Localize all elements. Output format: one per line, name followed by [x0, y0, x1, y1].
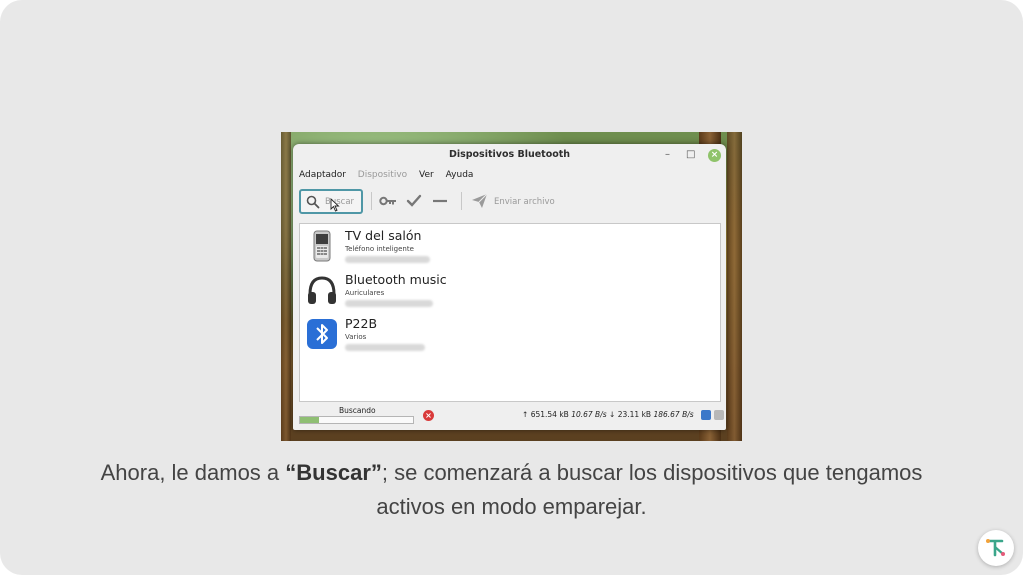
toolbar-separator: [371, 192, 372, 210]
search-progress-bar: [299, 416, 414, 424]
status-label: Buscando: [339, 406, 376, 415]
checkmark-icon[interactable]: [406, 194, 422, 208]
tree-trunk-left: [281, 132, 291, 441]
tree-trunk-far-right: [727, 132, 742, 441]
progress-fill: [300, 417, 320, 423]
blurred-address: [345, 256, 430, 263]
remove-icon[interactable]: [432, 194, 448, 208]
caption-prefix: Ahora, le damos a: [100, 460, 286, 485]
menu-dispositivo[interactable]: Dispositivo: [358, 170, 407, 180]
toolbar: Buscar Enviar archivo: [293, 186, 726, 220]
minimize-button[interactable]: –: [665, 144, 670, 166]
search-icon: [306, 195, 320, 209]
traffic-stats: ↑ 651.54 kB 10.67 B/s ↓ 23.11 kB 186.67 …: [522, 410, 694, 419]
key-icon[interactable]: [379, 194, 397, 208]
headphones-icon: [308, 276, 336, 304]
upload-rate: 10.67 B/s: [571, 410, 607, 419]
brand-logo-icon: [986, 539, 1005, 557]
slide: Dispositivos Bluetooth – □ × Adaptador D…: [0, 0, 1023, 575]
maximize-button[interactable]: □: [686, 144, 695, 166]
caption-suffix: ; se comenzará a buscar los dispositivos…: [376, 460, 923, 519]
device-item-bluetooth-music[interactable]: Bluetooth music Auriculares: [300, 270, 720, 313]
close-button[interactable]: ×: [708, 149, 721, 162]
menu-adaptador[interactable]: Adaptador: [299, 170, 346, 180]
device-item-tv[interactable]: TV del salón Teléfono inteligente: [300, 226, 720, 269]
caption-bold: “Buscar”: [285, 460, 382, 485]
mouse-cursor-icon: [330, 198, 340, 212]
device-name: Bluetooth music: [345, 272, 447, 287]
screenshot-frame: Dispositivos Bluetooth – □ × Adaptador D…: [281, 132, 742, 441]
device-name: TV del salón: [345, 228, 422, 243]
phone-icon: [313, 230, 331, 262]
menu-ayuda[interactable]: Ayuda: [446, 170, 474, 180]
stop-search-icon[interactable]: ×: [423, 410, 434, 421]
bluetooth-icon: [307, 319, 337, 349]
device-type: Auriculares: [345, 289, 385, 297]
adapter-status-icon[interactable]: [701, 410, 711, 420]
search-button[interactable]: Buscar: [299, 189, 363, 214]
status-bar: Buscando × ↑ 651.54 kB 10.67 B/s ↓ 23.11…: [293, 403, 726, 430]
download-total: 23.11 kB: [617, 410, 652, 419]
download-arrow-icon: ↓: [609, 410, 616, 419]
brand-logo: [978, 530, 1014, 566]
send-file-icon[interactable]: [471, 193, 488, 209]
device-name: P22B: [345, 316, 378, 331]
download-rate: 186.67 B/s: [653, 410, 694, 419]
upload-arrow-icon: ↑: [522, 410, 529, 419]
adapter-settings-icon[interactable]: [714, 410, 724, 420]
device-list[interactable]: TV del salón Teléfono inteligente Blueto…: [299, 223, 721, 402]
menu-ver[interactable]: Ver: [419, 170, 434, 180]
device-type: Teléfono inteligente: [345, 245, 414, 253]
window-title: Dispositivos Bluetooth: [448, 149, 571, 160]
blurred-address: [345, 344, 425, 351]
device-type: Varios: [345, 333, 367, 341]
device-item-p22b[interactable]: P22B Varios: [300, 314, 720, 357]
bluetooth-window: Dispositivos Bluetooth – □ × Adaptador D…: [293, 144, 726, 430]
menu-bar: Adaptador Dispositivo Ver Ayuda: [299, 170, 482, 180]
upload-total: 651.54 kB: [530, 410, 569, 419]
toolbar-separator: [461, 192, 462, 210]
blurred-address: [345, 300, 433, 307]
send-file-label[interactable]: Enviar archivo: [494, 197, 555, 207]
slide-caption: Ahora, le damos a “Buscar”; se comenzará…: [100, 456, 923, 524]
